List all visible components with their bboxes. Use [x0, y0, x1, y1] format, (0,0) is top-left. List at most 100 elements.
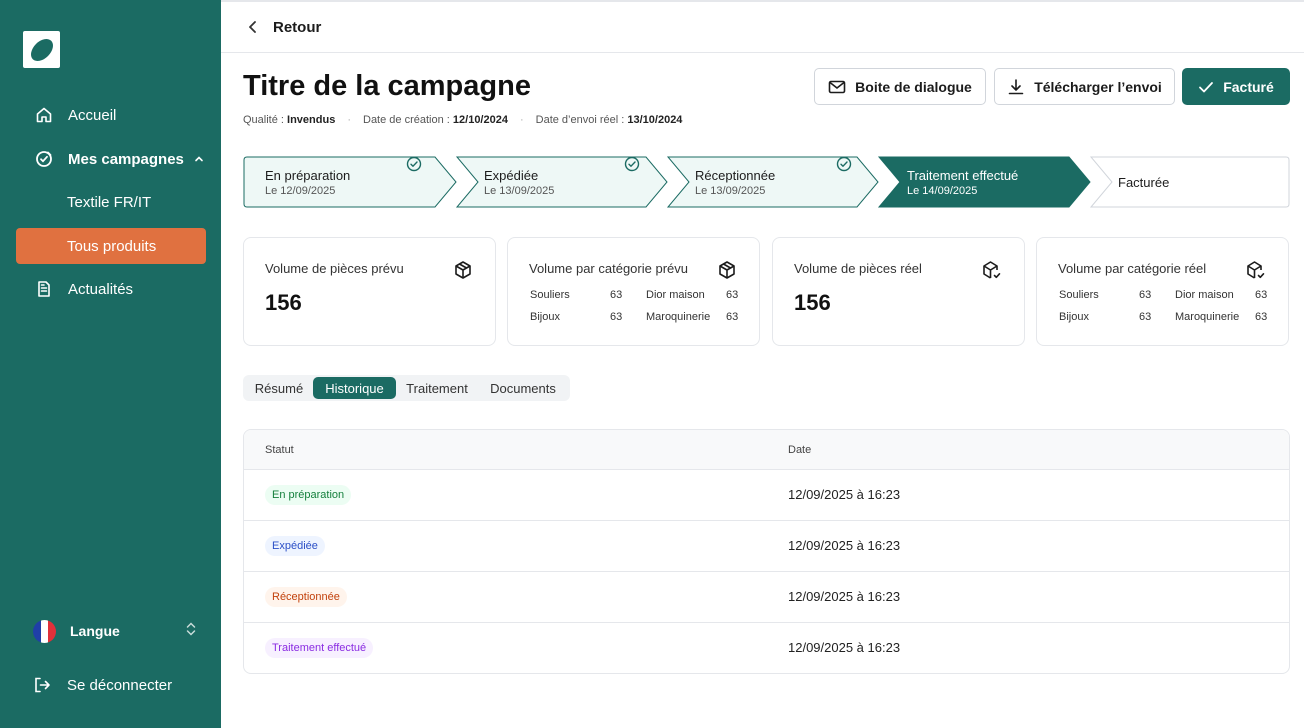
logo[interactable]: [23, 31, 60, 68]
card-value: 156: [794, 290, 831, 315]
row-date: 12/09/2025 à 16:23: [788, 589, 901, 604]
category-name: Souliers: [1059, 289, 1099, 301]
download-button[interactable]: Télécharger l’envoi: [994, 68, 1175, 105]
sidebar-item-label: Actualités: [68, 280, 134, 298]
dialog-button[interactable]: Boite de dialogue: [814, 68, 986, 105]
tab-historique[interactable]: Historique: [313, 377, 396, 399]
tab-resume[interactable]: Résumé: [246, 377, 312, 399]
box-check-icon: [983, 261, 1001, 279]
leaf-logo-icon: [30, 38, 53, 61]
step-traitement-effectue[interactable]: Traitement effectué Le 14/09/2025: [907, 156, 1018, 208]
category-value: 63: [1139, 289, 1152, 301]
france-flag-icon: [33, 619, 56, 643]
step-date: Le 13/09/2025: [695, 184, 766, 197]
card-title: Volume par catégorie réel: [1058, 261, 1207, 276]
download-icon: [1007, 78, 1025, 96]
topbar: Retour: [221, 0, 1304, 53]
meta-separator: ·: [347, 114, 351, 126]
category-value: 63: [726, 289, 739, 301]
card-categorie-prevu: Volume par catégorie prévu Souliers 63 D…: [507, 237, 760, 346]
card-categorie-reel: Volume par catégorie réel Souliers 63 Di…: [1036, 237, 1289, 346]
chevron-left-icon[interactable]: [247, 20, 259, 34]
table-row: Réceptionnée 12/09/2025 à 16:23: [244, 572, 1289, 623]
tab-traitement[interactable]: Traitement: [398, 377, 476, 399]
quality-value: Invendus: [287, 114, 336, 126]
table-row: En préparation 12/09/2025 à 16:23: [244, 470, 1289, 521]
card-title: Volume de pièces prévu: [265, 261, 404, 276]
column-header-date: Date: [788, 444, 812, 456]
category-name: Maroquinerie: [1175, 311, 1240, 323]
document-icon: [34, 279, 54, 299]
row-date: 12/09/2025 à 16:23: [788, 640, 901, 655]
table-row: Traitement effectué 12/09/2025 à 16:23: [244, 623, 1289, 673]
campaign-icon: [34, 149, 54, 169]
category-name: Bijoux: [1059, 311, 1089, 323]
step-title: Facturée: [1118, 174, 1170, 190]
card-title: Volume par catégorie prévu: [529, 261, 688, 276]
sidebar-item-mes-campagnes[interactable]: Mes campagnes: [16, 141, 206, 177]
tab-documents[interactable]: Documents: [480, 377, 566, 399]
category-value: 63: [1255, 289, 1268, 301]
category-name: Souliers: [530, 289, 570, 301]
sidebar-item-tous-produits[interactable]: Tous produits: [16, 228, 206, 264]
step-expediee[interactable]: Expédiée Le 13/09/2025: [484, 156, 554, 208]
category-name: Dior maison: [646, 289, 705, 301]
invoiced-button[interactable]: Facturé: [1182, 68, 1290, 105]
step-title: Expédiée: [484, 167, 539, 183]
step-facturee[interactable]: Facturée: [1118, 156, 1169, 208]
sidebar-item-actualites[interactable]: Actualités: [16, 271, 206, 307]
chevron-up-down-icon: [185, 621, 197, 642]
step-date: Le 14/09/2025: [907, 184, 978, 197]
card-volume-reel: Volume de pièces réel 156: [772, 237, 1025, 346]
step-receptionnee[interactable]: Réceptionnée Le 13/09/2025: [695, 156, 775, 208]
step-title: Traitement effectué: [907, 167, 1019, 183]
tab-bar: Résumé Historique Traitement Documents: [243, 375, 570, 401]
check-circle-icon: [836, 156, 852, 172]
campaign-meta: Qualité : Invendus · Date de création : …: [243, 114, 682, 126]
step-date: Le 13/09/2025: [484, 184, 555, 197]
sidebar-item-accueil[interactable]: Accueil: [16, 97, 206, 133]
check-circle-icon: [406, 156, 422, 172]
status-badge: Réceptionnée: [265, 587, 347, 607]
column-header-statut: Statut: [265, 444, 294, 456]
logout-label: Se déconnecter: [67, 676, 173, 694]
sidebar-item-label: Tous produits: [67, 237, 157, 255]
box-icon: [719, 261, 735, 279]
logout-icon: [33, 676, 51, 694]
history-table: Statut Date En préparation 12/09/2025 à …: [243, 429, 1290, 674]
sidebar-item-textile-fr-it[interactable]: Textile FR/IT: [16, 184, 206, 220]
sent-value: 13/10/2024: [627, 114, 683, 126]
category-name: Dior maison: [1175, 289, 1234, 301]
back-link[interactable]: Retour: [273, 19, 321, 36]
language-selector[interactable]: Langue: [33, 618, 203, 644]
category-value: 63: [1255, 311, 1268, 323]
sent-label: Date d’envoi réel :: [535, 114, 625, 126]
language-label: Langue: [70, 623, 120, 639]
download-button-label: Télécharger l’envoi: [1034, 78, 1162, 95]
check-icon: [1198, 80, 1214, 94]
sidebar: Accueil Mes campagnes Textile FR/IT Tous…: [0, 0, 221, 728]
step-date: Le 12/09/2025: [265, 184, 336, 197]
meta-separator: ·: [519, 114, 524, 126]
card-value: 156: [265, 290, 302, 315]
status-badge: Traitement effectué: [265, 638, 374, 658]
created-value: 12/10/2024: [452, 114, 508, 126]
step-en-preparation[interactable]: En préparation Le 12/09/2025: [265, 156, 350, 208]
table-header: Statut Date: [244, 430, 1289, 470]
category-value: 63: [610, 289, 623, 301]
created-label: Date de création :: [363, 114, 450, 126]
row-date: 12/09/2025 à 16:23: [788, 487, 901, 502]
logout-button[interactable]: Se déconnecter: [33, 673, 172, 697]
category-value: 63: [610, 311, 623, 323]
category-value: 63: [726, 311, 739, 323]
page-title: Titre de la campagne: [243, 70, 531, 102]
sidebar-item-label: Accueil: [68, 106, 117, 124]
chevron-up-icon: [194, 151, 204, 168]
card-title: Volume de pièces réel: [794, 261, 922, 276]
box-icon: [455, 261, 471, 279]
home-icon: [34, 105, 54, 125]
status-stepper: En préparation Le 12/09/2025 Expédiée Le…: [243, 156, 1290, 208]
quality-label: Qualité :: [243, 114, 284, 126]
invoiced-button-label: Facturé: [1223, 78, 1274, 95]
category-name: Maroquinerie: [646, 311, 711, 323]
